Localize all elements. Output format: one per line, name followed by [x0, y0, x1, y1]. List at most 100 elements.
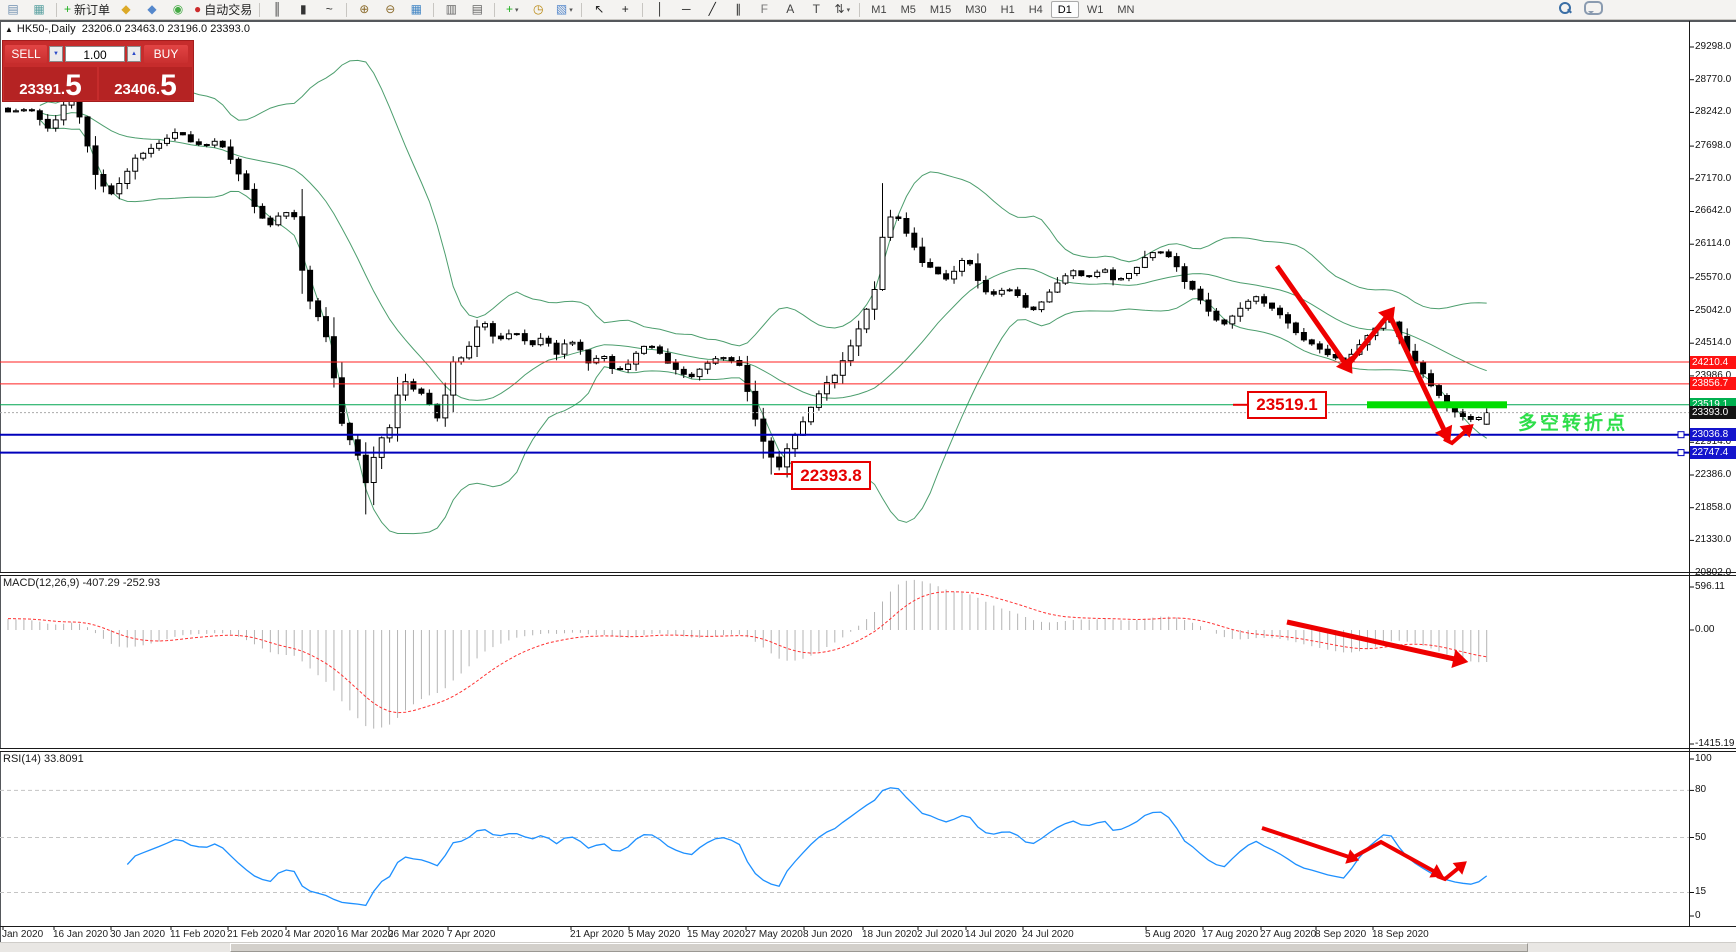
rsi-name: RSI(14) [3, 753, 41, 765]
timeframe-m1[interactable]: M1 [865, 1, 892, 18]
candlestick-chart-icon[interactable]: ▮ [291, 1, 315, 18]
price-line-badge: 22747.4 [1690, 446, 1736, 459]
add-indicator-button[interactable]: + ▾ [500, 1, 524, 18]
new-order-button[interactable]: + 新订单 [62, 1, 112, 18]
candlestick-chart-icon: ▮ [299, 2, 307, 16]
lot-increase-button[interactable]: ▲ [127, 46, 141, 62]
timeframe-m5[interactable]: M5 [895, 1, 922, 18]
experts-icon[interactable]: ◆ [140, 1, 164, 18]
macd-axis-tick: 596.11 [1695, 581, 1725, 592]
macd-signal-value: -252.93 [122, 577, 161, 589]
tile-windows-icon[interactable]: ▦ [404, 1, 428, 18]
buy-price-pip: 5 [160, 69, 177, 102]
add-indicator-button: + [506, 2, 514, 16]
price-axis-tick: 21330.0 [1695, 534, 1732, 545]
fibonacci-icon[interactable]: F [752, 1, 776, 18]
period-clock-icon: ◷ [533, 2, 544, 16]
autotrading-button[interactable]: ● 自动交易 [192, 1, 254, 18]
timeframe-m30[interactable]: M30 [959, 1, 992, 18]
chart-window-icon[interactable]: ▤ [1, 1, 25, 18]
timeframe-m15[interactable]: M15 [924, 1, 957, 18]
one-click-collapse-icon[interactable]: ▲ [5, 25, 13, 34]
price-line-badge: 23856.7 [1690, 377, 1736, 390]
arrows-tool-button[interactable]: ⇅ ▾ [830, 1, 854, 18]
price-axis-tick: 25042.0 [1695, 305, 1732, 316]
line-chart-icon: ~ [325, 2, 333, 16]
equidistant-channel-icon: ∥ [735, 2, 742, 16]
text-label-icon[interactable]: T [804, 1, 828, 18]
lot-decrease-button[interactable]: ▼ [49, 46, 63, 62]
macd-panel-divider[interactable] [0, 572, 1736, 576]
sell-price-quote[interactable]: 23391. 5 [4, 67, 97, 101]
crosshair-icon[interactable]: + [613, 1, 637, 18]
templates-button: ▧ [555, 2, 568, 16]
vertical-line-icon: │ [656, 2, 665, 16]
toolbar-separator [642, 2, 644, 17]
cascade-windows-icon[interactable]: ▥ [439, 1, 463, 18]
timeframe-h1[interactable]: H1 [995, 1, 1021, 18]
text-icon[interactable]: A [778, 1, 802, 18]
timeframe-h4[interactable]: H4 [1023, 1, 1049, 18]
support-price-label[interactable]: 23519.1 [1247, 391, 1327, 419]
buy-button[interactable]: BUY [144, 45, 188, 63]
trendline-icon[interactable]: ╱ [700, 1, 724, 18]
price-axis-tick: 21858.0 [1695, 502, 1732, 513]
date-axis-label: Jan 2020 [2, 929, 44, 940]
line-chart-icon[interactable]: ~ [317, 1, 341, 18]
turning-point-note[interactable]: 多空转折点 [1518, 408, 1628, 435]
mt4-window: ▤ ▦ + 新订单 ◆ ◆ ◉ ● 自动交易 ║ ▮ ~ ⊕ ⊖ ▦ ▥ ▤ + ▾ ◷ ▧ ▾ ↖ + │ ─ ╱ ∥ F A T ⇅ ▾ M… [0, 0, 1736, 952]
toolbar-separator [346, 2, 348, 17]
toolbar-separator [259, 2, 261, 17]
date-axis-label: 8 Sep 2020 [1315, 929, 1367, 940]
rsi-panel-divider[interactable] [0, 748, 1736, 752]
toolbar-separator [581, 2, 583, 17]
lot-size-input[interactable]: 1.00 [65, 46, 125, 62]
chart-window-icon: ▤ [7, 2, 19, 16]
toolbar-separator [433, 2, 435, 17]
date-axis-label: 16 Jan 2020 [53, 929, 109, 940]
equidistant-channel-icon[interactable]: ∥ [726, 1, 750, 18]
arrange-windows-icon[interactable]: ▤ [465, 1, 489, 18]
price-axis-line [1689, 21, 1690, 926]
bar-chart-icon[interactable]: ║ [265, 1, 289, 18]
experts-icon: ◆ [147, 2, 157, 16]
price-line-badge: 24210.4 [1690, 356, 1736, 369]
zoom-in-icon[interactable]: ⊕ [352, 1, 376, 18]
macd-indicator-label: MACD(12,26,9) -407.29 -252.93 [3, 577, 160, 589]
metaeditor-icon[interactable]: ◆ [114, 1, 138, 18]
macd-axis-tick: -1415.19 [1695, 738, 1735, 749]
price-line-badge: 23036.8 [1690, 428, 1736, 441]
scrollbar-thumb[interactable] [230, 943, 1528, 952]
search-icon[interactable] [1558, 1, 1572, 15]
price-axis-tick: 27170.0 [1695, 173, 1732, 184]
chart-bottom-border [0, 926, 1736, 927]
date-axis-label: 24 Jul 2020 [1022, 929, 1074, 940]
one-click-trading-panel: SELL ▼ 1.00 ▲ BUY 23391. 5 23406. 5 [2, 40, 194, 102]
price-axis-tick: 24514.0 [1695, 337, 1732, 348]
timeframe-mn[interactable]: MN [1111, 1, 1140, 18]
chart-title: ▲ HK50-,Daily 23206.0 23463.0 23196.0 233… [5, 23, 250, 35]
chart-ohlc-values: 23206.0 23463.0 23196.0 23393.0 [81, 23, 250, 35]
date-axis-label: 5 Aug 2020 [1145, 929, 1196, 940]
vertical-line-icon[interactable]: │ [648, 1, 672, 18]
zoom-out-icon[interactable]: ⊖ [378, 1, 402, 18]
period-clock-icon[interactable]: ◷ [526, 1, 550, 18]
date-axis-label: 4 Mar 2020 [285, 929, 336, 940]
timeframe-d1[interactable]: D1 [1050, 1, 1079, 18]
buy-price-quote[interactable]: 23406. 5 [99, 67, 192, 102]
timeframe-w1[interactable]: W1 [1081, 1, 1110, 18]
text-icon: A [786, 2, 795, 16]
horizontal-line-icon[interactable]: ─ [674, 1, 698, 18]
sell-button[interactable]: SELL [5, 45, 47, 63]
horizontal-scrollbar[interactable] [0, 942, 1736, 952]
templates-button[interactable]: ▧ ▾ [552, 1, 576, 18]
date-axis-label: 2 Jul 2020 [917, 929, 964, 940]
rsi-indicator-label: RSI(14) 33.8091 [3, 753, 84, 765]
cursor-icon[interactable]: ↖ [587, 1, 611, 18]
profiles-icon[interactable]: ▦ [27, 1, 51, 18]
signals-icon[interactable]: ◉ [166, 1, 190, 18]
chat-icon[interactable] [1584, 1, 1603, 15]
arrows-tool-button: ⇅ [834, 2, 845, 16]
low-price-label[interactable]: 22393.8 [791, 461, 871, 490]
fibonacci-icon: F [760, 2, 768, 16]
